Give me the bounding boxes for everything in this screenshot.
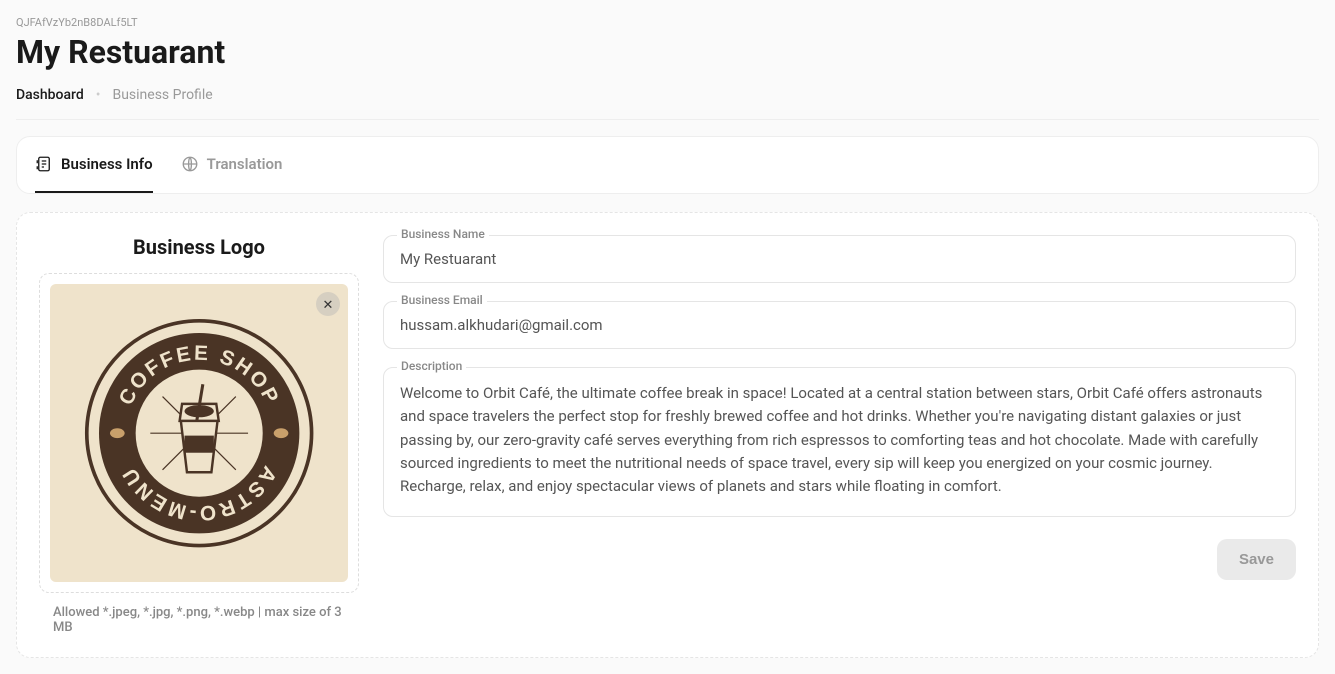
business-name-input[interactable]	[383, 235, 1296, 283]
business-email-label: Business Email	[397, 293, 487, 307]
logo-dropzone[interactable]: ✕ COFFEE SHOP ASTRO-MENU	[39, 273, 359, 593]
breadcrumb: Dashboard • Business Profile	[16, 87, 1319, 120]
tab-translation[interactable]: Translation	[181, 137, 283, 193]
globe-icon	[181, 155, 199, 173]
upload-hint: Allowed *.jpeg, *.jpg, *.png, *.webp | m…	[39, 605, 359, 635]
remove-logo-button[interactable]: ✕	[316, 292, 340, 316]
business-name-group: Business Name	[383, 235, 1296, 283]
tabs-container: Business Info Translation	[16, 136, 1319, 194]
content-card: Business Logo ✕ COFFEE SHOP	[16, 212, 1319, 658]
tab-label: Business Info	[61, 155, 153, 173]
breadcrumb-separator: •	[96, 87, 101, 103]
logo-preview: ✕ COFFEE SHOP ASTRO-MENU	[50, 284, 348, 582]
business-name-label: Business Name	[397, 227, 489, 241]
form-actions: Save	[383, 539, 1296, 580]
description-group: Description	[383, 367, 1296, 521]
description-input[interactable]	[383, 367, 1296, 517]
save-button[interactable]: Save	[1217, 539, 1296, 580]
form-icon	[35, 155, 53, 173]
logo-heading: Business Logo	[39, 235, 359, 259]
close-icon: ✕	[323, 298, 334, 311]
page-title: My Restuarant	[16, 33, 1319, 71]
breadcrumb-dashboard[interactable]: Dashboard	[16, 87, 84, 103]
logo-panel: Business Logo ✕ COFFEE SHOP	[39, 235, 359, 635]
business-email-group: Business Email	[383, 301, 1296, 349]
tab-label: Translation	[207, 155, 283, 173]
business-email-input[interactable]	[383, 301, 1296, 349]
breadcrumb-current: Business Profile	[112, 87, 212, 103]
description-label: Description	[397, 359, 466, 373]
coffee-shop-logo: COFFEE SHOP ASTRO-MENU	[77, 311, 321, 555]
tab-business-info[interactable]: Business Info	[35, 137, 153, 193]
record-id: QJFAfVzYb2nB8DALf5LT	[16, 16, 1319, 29]
form-panel: Business Name Business Email Description…	[383, 235, 1296, 635]
